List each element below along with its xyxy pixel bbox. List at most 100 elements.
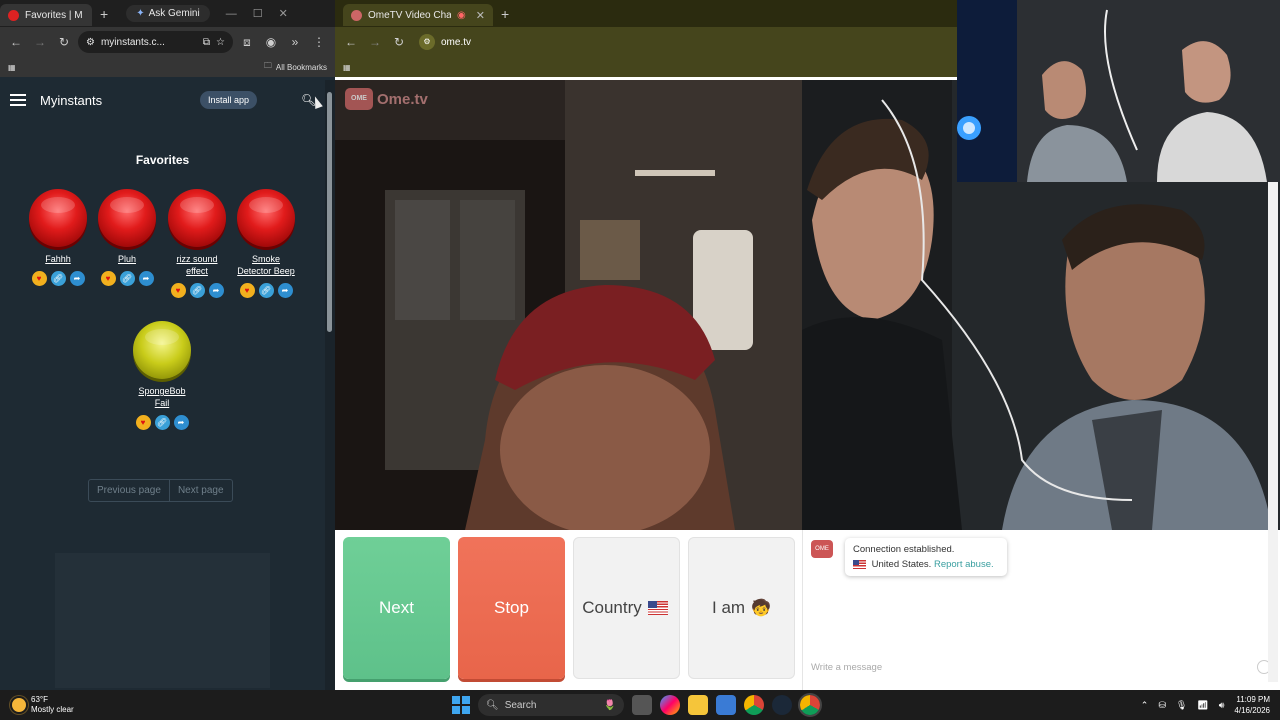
ask-gemini-button[interactable]: ✦ Ask Gemini bbox=[126, 5, 210, 22]
address-bar[interactable]: ⚙ ome.tv bbox=[413, 34, 951, 50]
message-placeholder: Write a message bbox=[811, 661, 883, 673]
weather-widget[interactable]: 63°F Mostly clear bbox=[0, 695, 74, 715]
play-sound-button[interactable] bbox=[133, 321, 191, 379]
copilot-icon[interactable] bbox=[660, 695, 680, 715]
stop-button[interactable]: Stop bbox=[458, 537, 565, 679]
close-tab-icon[interactable]: ✕ bbox=[476, 9, 485, 22]
hamburger-menu-icon[interactable] bbox=[10, 94, 26, 106]
copy-link-icon[interactable]: 🔗︎ bbox=[258, 283, 274, 298]
next-button[interactable]: Next bbox=[343, 537, 450, 679]
favorite-heart-icon[interactable]: ♥ bbox=[239, 283, 255, 298]
instant-rizz: rizz sound effect ♥ 🔗︎ ➦ bbox=[166, 189, 228, 298]
instant-label[interactable]: SpongeBob Fail bbox=[131, 385, 193, 409]
copy-link-icon[interactable]: 🔗︎ bbox=[119, 271, 135, 286]
ometv-logo[interactable]: OME Ome.tv bbox=[345, 88, 428, 110]
install-app-button[interactable]: Install app bbox=[199, 91, 257, 109]
share-icon[interactable]: ➦ bbox=[173, 415, 189, 430]
tab-ometv[interactable]: OmeTV Video Chat — Ome ◉ ✕ bbox=[343, 4, 493, 26]
copy-link-icon[interactable]: 🔗︎ bbox=[50, 271, 66, 286]
wifi-icon[interactable]: 📶︎ bbox=[1197, 700, 1208, 711]
play-sound-button[interactable] bbox=[168, 189, 226, 247]
reload-icon[interactable]: ↻ bbox=[54, 35, 74, 49]
ometv-scrollbar[interactable] bbox=[1268, 182, 1278, 682]
system-message: Connection established. United States. R… bbox=[845, 538, 1007, 576]
share-icon[interactable]: ➦ bbox=[277, 283, 293, 298]
copy-link-icon[interactable]: 🔗︎ bbox=[154, 415, 170, 430]
site-info-icon[interactable]: ⚙ bbox=[86, 37, 95, 48]
previous-page-button[interactable]: Previous page bbox=[89, 480, 169, 501]
instant-label[interactable]: Fahhh bbox=[27, 253, 89, 265]
site-info-icon[interactable]: ⚙ bbox=[419, 34, 435, 50]
taskbar-search[interactable]: 🔍︎ Search 🌷 bbox=[478, 694, 624, 716]
i-am-button[interactable]: I am 🧒 bbox=[688, 537, 795, 679]
steam-icon[interactable] bbox=[772, 695, 792, 715]
menu-kebab-icon[interactable]: ⋮ bbox=[309, 35, 329, 49]
minimize-icon[interactable]: — bbox=[218, 8, 245, 20]
back-icon[interactable]: ← bbox=[341, 35, 361, 49]
myinstants-browser-window: Favorites | M ✕ + ✦ Ask Gemini — ☐ ✕ ← →… bbox=[0, 0, 335, 690]
file-explorer-icon[interactable] bbox=[688, 695, 708, 715]
play-sound-button[interactable] bbox=[29, 189, 87, 247]
chat-panel: OME Connection established. United State… bbox=[802, 530, 1280, 690]
forward-icon[interactable]: → bbox=[30, 35, 50, 49]
favorite-heart-icon[interactable]: ♥ bbox=[31, 271, 47, 286]
favorite-heart-icon[interactable]: ♥ bbox=[170, 283, 186, 298]
tab-favorites[interactable]: Favorites | M ✕ bbox=[0, 4, 92, 26]
favorite-heart-icon[interactable]: ♥ bbox=[100, 271, 116, 286]
back-icon[interactable]: ← bbox=[6, 35, 26, 49]
myinstants-header: Myinstants Install app bbox=[0, 80, 325, 120]
more-chevron-icon[interactable]: » bbox=[285, 35, 305, 49]
tray-chevron-icon[interactable]: ⌃ bbox=[1141, 700, 1149, 711]
play-sound-button[interactable] bbox=[237, 189, 295, 247]
country-button[interactable]: Country bbox=[573, 537, 680, 679]
profile-avatar-icon[interactable]: ◉ bbox=[261, 35, 281, 49]
task-view-icon[interactable] bbox=[632, 695, 652, 715]
copy-link-icon[interactable]: 🔗︎ bbox=[189, 283, 205, 298]
myinstants-favicon bbox=[8, 9, 19, 21]
close-window-icon[interactable]: ✕ bbox=[271, 7, 296, 20]
scrollbar-thumb[interactable] bbox=[327, 92, 332, 332]
clock[interactable]: 11:09 PM 4/16/2026 bbox=[1234, 694, 1270, 716]
new-tab-button[interactable]: + bbox=[92, 6, 116, 22]
report-abuse-link[interactable]: Report abuse. bbox=[934, 559, 994, 570]
all-bookmarks-link[interactable]: All Bookmarks bbox=[276, 63, 327, 72]
favorite-heart-icon[interactable]: ♥ bbox=[135, 415, 151, 430]
bookmarks-bar: ▦ bbox=[335, 57, 957, 77]
tab-title: Favorites | M bbox=[25, 9, 83, 21]
extensions-icon[interactable]: ⧈ bbox=[237, 35, 257, 50]
volume-icon[interactable]: 🔊︎ bbox=[1219, 700, 1225, 711]
ometv-logo-text: Ome.tv bbox=[377, 90, 428, 108]
chrome-icon[interactable] bbox=[744, 695, 764, 715]
share-icon[interactable]: ➦ bbox=[208, 283, 224, 298]
address-bar[interactable]: ⚙ myinstants.c... ⧉ ☆ bbox=[78, 31, 233, 53]
instant-label[interactable]: rizz sound effect bbox=[166, 253, 228, 277]
tray-app-icon[interactable]: ⛁ bbox=[1158, 700, 1166, 711]
share-icon[interactable]: ➦ bbox=[138, 271, 154, 286]
new-tab-button[interactable]: + bbox=[493, 6, 517, 22]
date: 4/16/2026 bbox=[1234, 706, 1270, 715]
apps-grid-icon[interactable]: ▦ bbox=[8, 63, 16, 72]
microphone-icon[interactable]: 🎙︎ bbox=[1176, 700, 1187, 711]
reload-icon[interactable]: ↻ bbox=[389, 35, 409, 49]
share-icon[interactable]: ➦ bbox=[69, 271, 85, 286]
instant-label[interactable]: Smoke Detector Beep bbox=[235, 253, 297, 277]
start-windows-icon[interactable] bbox=[452, 696, 470, 714]
play-sound-button[interactable] bbox=[98, 189, 156, 247]
microsoft-store-icon[interactable] bbox=[716, 695, 736, 715]
bookmark-star-icon[interactable]: ☆ bbox=[216, 37, 225, 48]
ometv-favicon bbox=[351, 9, 362, 21]
install-page-icon[interactable]: ⧉ bbox=[203, 37, 210, 48]
site-title[interactable]: Myinstants bbox=[40, 93, 102, 108]
instant-label[interactable]: Pluh bbox=[96, 253, 158, 265]
maximize-icon[interactable]: ☐ bbox=[245, 7, 271, 20]
chrome-active-icon[interactable] bbox=[798, 693, 822, 717]
page-scrollbar[interactable] bbox=[325, 80, 335, 690]
temperature: 63°F bbox=[31, 695, 48, 704]
forward-icon[interactable]: → bbox=[365, 35, 385, 49]
browser-toolbar: ← → ↻ ⚙ ome.tv bbox=[335, 27, 957, 57]
url-text: ome.tv bbox=[441, 36, 472, 48]
tab-strip: Favorites | M ✕ + ✦ Ask Gemini — ☐ ✕ bbox=[0, 0, 335, 27]
apps-grid-icon[interactable]: ▦ bbox=[343, 63, 351, 72]
next-page-button[interactable]: Next page bbox=[168, 480, 232, 501]
message-input[interactable]: Write a message bbox=[811, 658, 1271, 676]
